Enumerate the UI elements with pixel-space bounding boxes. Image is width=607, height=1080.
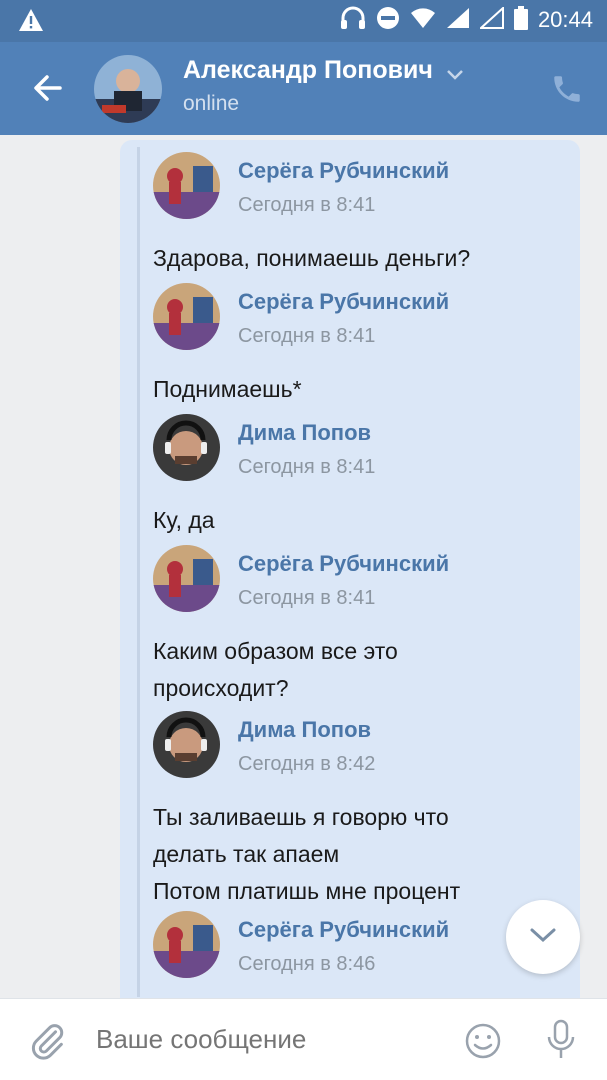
chat-header: Александр Попович online (0, 42, 607, 135)
signal-icon (446, 7, 470, 33)
author-name[interactable]: Дима Попов (238, 717, 371, 743)
message-text: Здарова, понимаешь деньги? (153, 245, 471, 271)
message-time: Сегодня в 8:46 (238, 953, 376, 975)
author-avatar[interactable] (153, 283, 220, 350)
contact-avatar[interactable] (94, 55, 162, 123)
clock: 20:44 (537, 7, 593, 32)
author-name[interactable]: Серёга Рубчинский (238, 289, 449, 315)
phone-icon[interactable] (550, 72, 584, 106)
author-avatar[interactable] (153, 911, 220, 978)
author-avatar[interactable] (153, 711, 220, 778)
microphone-icon[interactable] (546, 1019, 576, 1065)
signal-secondary-icon (478, 5, 504, 33)
attach-icon[interactable] (28, 1021, 68, 1065)
message-time: Сегодня в 8:42 (238, 753, 376, 775)
message-text: Ку, да (153, 507, 215, 533)
warning-icon (18, 8, 44, 36)
wifi-icon (410, 7, 436, 33)
emoji-icon[interactable] (463, 1021, 503, 1065)
message-time: Сегодня в 8:41 (238, 194, 376, 216)
status-bar: 20:44 (0, 0, 607, 42)
message-time: Сегодня в 8:41 (238, 456, 376, 478)
author-avatar[interactable] (153, 414, 220, 481)
author-name[interactable]: Серёга Рубчинский (238, 551, 449, 577)
message-time: Сегодня в 8:41 (238, 587, 376, 609)
back-arrow-icon[interactable] (30, 70, 66, 106)
chevron-down-icon[interactable] (446, 66, 464, 85)
message-text: Поднимаешь* (153, 376, 302, 402)
chat-area[interactable]: Серёга Рубчинский Сегодня в 8:41 Здарова… (0, 135, 607, 998)
forward-indicator-line (137, 147, 140, 997)
author-avatar[interactable] (153, 152, 220, 219)
message-composer (0, 998, 607, 1080)
contact-name[interactable]: Александр Попович (183, 56, 433, 85)
author-name[interactable]: Серёга Рубчинский (238, 917, 449, 943)
battery-icon (513, 6, 528, 34)
chevron-down-icon (528, 926, 558, 948)
scroll-down-button[interactable] (506, 900, 580, 974)
author-name[interactable]: Серёга Рубчинский (238, 158, 449, 184)
do-not-disturb-icon (376, 6, 400, 34)
headphones-icon (340, 6, 366, 34)
message-text: Каким образом все это происходит? (153, 638, 398, 701)
message-time: Сегодня в 8:41 (238, 325, 376, 347)
author-avatar[interactable] (153, 545, 220, 612)
message-text: Ты заливаешь я говорю что делать так апа… (153, 804, 461, 904)
contact-status: online (183, 92, 240, 115)
author-name[interactable]: Дима Попов (238, 420, 371, 446)
message-input[interactable] (96, 1024, 426, 1055)
